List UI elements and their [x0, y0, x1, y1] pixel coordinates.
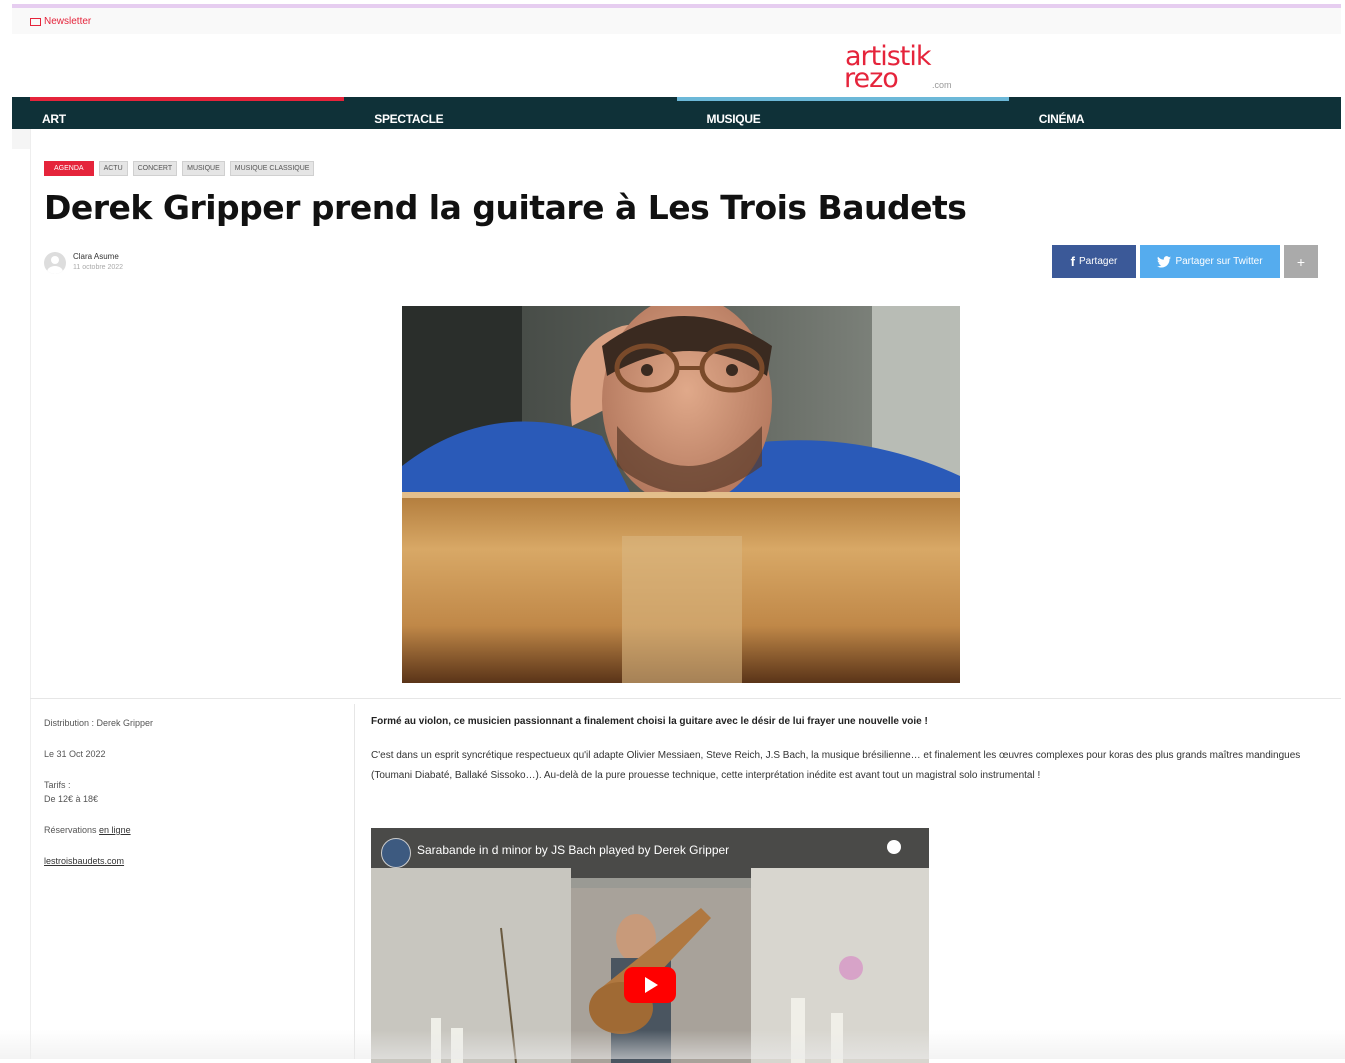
tag-musique-classique[interactable]: MUSIQUE CLASSIQUE: [229, 161, 315, 176]
event-info-sidebar: Distribution : Derek Gripper Le 31 Oct 2…: [44, 716, 153, 885]
channel-avatar[interactable]: [381, 838, 411, 868]
play-button[interactable]: [624, 967, 676, 1003]
nav-item-spectacle[interactable]: SPECTACLE: [344, 97, 677, 129]
newsletter-link[interactable]: Newsletter: [30, 16, 91, 27]
portrait-illustration: [402, 306, 960, 683]
publish-date: 11 octobre 2022: [73, 264, 124, 271]
tarifs-value: De 12€ à 18€: [44, 794, 99, 804]
avatar[interactable]: [44, 252, 66, 274]
event-date: Le 31 Oct 2022: [44, 749, 106, 759]
author-block: Clara Asume 11 octobre 2022: [44, 252, 123, 274]
venue-website-link[interactable]: lestroisbaudets.com: [44, 856, 124, 866]
nav-active-bar: [30, 97, 345, 101]
nav-item-musique[interactable]: MUSIQUE: [676, 97, 1009, 129]
logo-suffix: .com: [932, 80, 952, 90]
facebook-share-label: Partager: [1078, 256, 1118, 267]
article-paragraph: C'est dans un esprit syncrétique respect…: [371, 750, 1301, 781]
tarifs-block: Tarifs : De 12€ à 18€: [44, 778, 153, 806]
share-buttons: f Partager Partager sur Twitter +: [1052, 245, 1318, 278]
tag-concert[interactable]: CONCERT: [132, 161, 178, 176]
article-title: Derek Gripper prend la guitare à Les Tro…: [44, 188, 967, 227]
bottom-fade: [0, 1030, 1345, 1059]
hero-image: [402, 306, 960, 683]
newsletter-label: Newsletter: [44, 16, 92, 27]
page-frame: Newsletter artistik rezo .com ART SPECTA…: [12, 4, 1342, 1063]
nav-bar: [676, 97, 1009, 101]
nav-label: SPECTACLE: [374, 112, 444, 126]
article-lead: Formé au violon, ce musicien passionnant…: [371, 716, 928, 727]
tag-musique[interactable]: MUSIQUE: [182, 161, 225, 176]
video-title[interactable]: Sarabande in d minor by JS Bach played b…: [417, 843, 729, 857]
twitter-share-label: Partager sur Twitter: [1175, 256, 1263, 267]
nav-item-cinema[interactable]: CINÉMA: [1008, 97, 1341, 129]
nav-bar: [1008, 97, 1341, 101]
video-actions: ➦: [887, 840, 901, 854]
tag-actu[interactable]: ACTU: [98, 161, 128, 176]
nav-item-art[interactable]: ART: [12, 97, 345, 129]
reservations: Réservations en ligne: [44, 823, 153, 837]
watch-later-icon[interactable]: [887, 840, 901, 854]
main-nav: ART SPECTACLE MUSIQUE CINÉMA: [12, 97, 1341, 129]
nav-label: CINÉMA: [1038, 112, 1085, 126]
facebook-icon: f: [1070, 254, 1075, 269]
tarifs-label: Tarifs :: [44, 780, 71, 790]
nav-label: MUSIQUE: [706, 112, 761, 126]
nav-label: ART: [42, 112, 66, 126]
article-body: Formé au violon, ce musicien passionnant…: [371, 716, 1316, 786]
content-divider: [30, 698, 1341, 699]
site-logo[interactable]: artistik rezo .com: [844, 43, 964, 96]
column-divider: [354, 704, 355, 1059]
nav-bar: [344, 97, 677, 101]
envelope-icon: [30, 17, 41, 26]
top-bar: [12, 8, 1341, 34]
video-thumbnail: [371, 828, 929, 1063]
reservations-label: Réservations: [44, 825, 97, 835]
tag-list: AGENDA ACTU CONCERT MUSIQUE MUSIQUE CLAS…: [44, 161, 315, 176]
reservations-link[interactable]: en ligne: [99, 825, 131, 835]
twitter-icon: [1157, 255, 1172, 268]
youtube-embed[interactable]: Sarabande in d minor by JS Bach played b…: [371, 828, 929, 1063]
tag-agenda[interactable]: AGENDA: [44, 161, 94, 176]
facebook-share-button[interactable]: f Partager: [1052, 245, 1136, 278]
twitter-share-button[interactable]: Partager sur Twitter: [1140, 245, 1280, 278]
distribution: Distribution : Derek Gripper: [44, 718, 154, 728]
author-name[interactable]: Clara Asume: [73, 252, 123, 261]
more-share-button[interactable]: +: [1284, 245, 1318, 278]
